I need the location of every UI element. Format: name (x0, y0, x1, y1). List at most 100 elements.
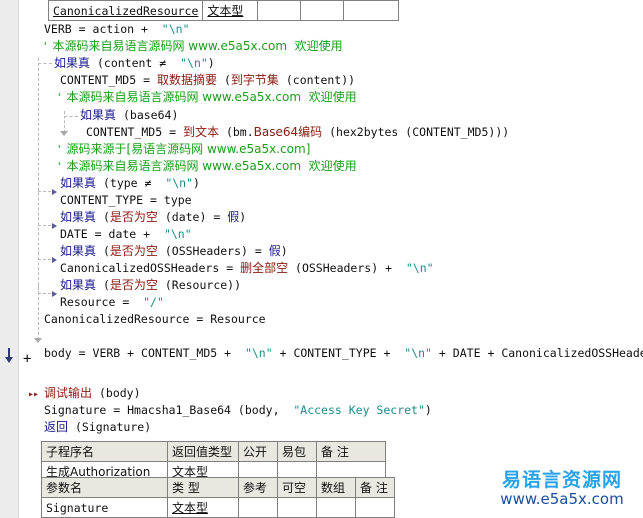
token-paren-open-9: ( (102, 210, 110, 224)
code-line-resource-assign[interactable]: Resource = "/" (60, 294, 164, 311)
token-paren-close-10: ) (239, 210, 247, 224)
token-canon-ossheaders-2: CanonicalizedOSSHeaders (501, 346, 643, 360)
token-signature-1: Signature (44, 403, 107, 417)
col-header-return-type[interactable]: 返回值类型 (167, 441, 239, 462)
token-content-2: content (292, 73, 342, 87)
parameter-table[interactable]: 参数名 类 型 参考 可空 数组 备 注 Signature 文本型 (41, 477, 395, 518)
col-header-subroutine-name[interactable]: 子程序名 (41, 441, 168, 462)
code-line-canon-resource-assign[interactable]: CanonicalizedResource = Resource (44, 311, 266, 328)
col-header-param-name[interactable]: 参数名 (41, 477, 168, 498)
cell-param-type[interactable]: 文本型 (167, 497, 239, 518)
code-line-if-content[interactable]: 如果真 (content ≠ "\n") (54, 55, 215, 72)
token-body-3: body (244, 403, 273, 417)
indent-elbow-l14 (38, 251, 51, 260)
token-content-md5-4: CONTENT_MD5 (141, 346, 218, 360)
token-paren-open-12: ( (164, 244, 172, 258)
code-line-if-type[interactable]: 如果真 (type ≠ "\n") (60, 175, 200, 192)
token-fn-trim-all: 删全部空 (240, 261, 289, 275)
code-line-comment-2[interactable]: ' 本源码来自易语言源码网 www.e5a5x.com 欢迎使用 (56, 89, 357, 106)
comment-tail-1: 欢迎使用 (294, 39, 343, 53)
col-header-param-nullable[interactable]: 可空 (277, 477, 317, 498)
cell-param-nullable[interactable] (277, 497, 317, 518)
token-ossheaders-2: OSSHeaders (301, 261, 372, 275)
token-plus-8: + (438, 346, 446, 360)
code-line-comment-4[interactable]: ' 本源码来自易语言源码网 www.e5a5x.com 欢迎使用 (56, 158, 357, 175)
comment-text-1: 本源码来自易语言源码网 (52, 39, 185, 53)
comment-url-4: www.e5a5x.com (202, 159, 302, 173)
token-keyword-if-1: 如果真 (54, 56, 91, 70)
code-line-if-ossheaders[interactable]: 如果真 (是否为空 (OSSHeaders) = 假) (60, 243, 288, 260)
token-fn-base64-encode: Base64编码 (253, 125, 323, 139)
token-eq-3: = (169, 125, 177, 139)
code-line-debug-output[interactable]: 调试输出 (body) (44, 385, 141, 402)
col-header-param-array[interactable]: 数组 (316, 477, 356, 498)
code-line-body-assign[interactable]: body = VERB + CONTENT_MD5 + "\n" + CONTE… (44, 345, 643, 362)
code-line-content-md5-b64[interactable]: CONTENT_MD5 = 到文本 (bm.Base64编码 (hex2byte… (86, 124, 509, 141)
token-ossheaders-1: OSSHeaders (171, 244, 242, 258)
token-keyword-if-2: 如果真 (80, 108, 117, 122)
subroutine-table[interactable]: 子程序名 返回值类型 公开 易包 备 注 生成Authorization 文本型 (41, 441, 386, 482)
cell-param-ref[interactable] (238, 497, 278, 518)
token-resource-3: Resource (210, 312, 266, 326)
col-header-remark-sub[interactable]: 备 注 (316, 441, 386, 462)
col-header-param-ref[interactable]: 参考 (238, 477, 278, 498)
comment-tail-3: ] (305, 142, 311, 156)
token-content-type-1: CONTENT_TYPE (60, 193, 144, 207)
indent-end-marker-level1 (34, 338, 42, 343)
token-action: action (92, 22, 135, 36)
comment-tail-2: 欢迎使用 (308, 90, 357, 104)
breakpoint-marker-icon[interactable]: ▸▸ (28, 390, 39, 400)
token-paren-open-18: ( (74, 420, 82, 434)
table-row-parameter[interactable]: Signature 文本型 (41, 497, 395, 518)
table-header-row-parameter[interactable]: 参数名 类 型 参考 可空 数组 备 注 (41, 477, 395, 498)
code-line-if-resource[interactable]: 如果真 (是否为空 (Resource)) (60, 277, 241, 294)
token-string-newline-3: "\n" (165, 176, 194, 190)
token-fn-isempty-2: 是否为空 (109, 244, 158, 258)
code-line-date-assign[interactable]: DATE = date + "\n" (60, 226, 192, 243)
col-header-param-remark[interactable]: 备 注 (355, 477, 395, 498)
token-eq-7: = (254, 244, 262, 258)
token-paren-open-8: ( (102, 176, 110, 190)
col-header-public[interactable]: 公开 (238, 441, 278, 462)
code-line-if-base64[interactable]: 如果真 (base64) (80, 107, 178, 124)
code-line-signature-assign[interactable]: Signature = Hmacsha1_Base64 (body, "Acce… (44, 402, 432, 419)
cell-param-name[interactable]: Signature (41, 497, 168, 518)
code-line-comment-3[interactable]: ' 源码来源于[易语言源码网 www.e5a5x.com] (56, 141, 310, 158)
token-string-newline-7: "\n" (404, 346, 432, 360)
cell-param-array[interactable] (316, 497, 356, 518)
token-paren-open-1: ( (96, 56, 104, 70)
table-header-row-subroutine[interactable]: 子程序名 返回值类型 公开 易包 备 注 (41, 441, 386, 462)
token-paren-close-7: ) (502, 125, 510, 139)
token-paren-close-8: ) (193, 176, 200, 190)
token-fn-debug-output: 调试输出 (44, 386, 93, 400)
col-header-param-type[interactable]: 类 型 (167, 477, 239, 498)
code-line-canon-ossheaders-assign[interactable]: CanonicalizedOSSHeaders = 删全部空 (OSSHeade… (60, 260, 434, 277)
code-line-content-md5-assign[interactable]: CONTENT_MD5 = 取数据摘要 (到字节集 (content)) (60, 72, 355, 89)
token-date-lower-2: date (108, 227, 137, 241)
token-bm-prefix: bm. (232, 125, 254, 139)
token-plus-3: + (385, 261, 393, 275)
token-paren-open-3: ( (285, 73, 293, 87)
token-base64: base64 (129, 108, 172, 122)
token-eq-6: = (94, 227, 102, 241)
code-line-verb[interactable]: VERB = action + "\n" (44, 21, 190, 38)
col-header-easy-package[interactable]: 易包 (277, 441, 317, 462)
fold-expand-icon[interactable]: + (23, 352, 31, 366)
code-line-if-date[interactable]: 如果真 (是否为空 (date) = 假) (60, 209, 246, 226)
token-paren-open-11: ( (102, 244, 110, 258)
cell-param-remark[interactable] (355, 497, 395, 518)
indent-arrow-l12 (52, 223, 57, 229)
token-paren-close-17: ) (424, 403, 432, 417)
token-string-newline-1: "\n" (161, 22, 190, 36)
code-line-comment-1[interactable]: ' 本源码来自易语言源码网 www.e5a5x.com 欢迎使用 (42, 38, 343, 55)
fold-down-arrow-icon[interactable] (5, 357, 13, 363)
token-fn-digest: 取数据摘要 (156, 73, 217, 87)
comment-tail-4: 欢迎使用 (308, 159, 357, 173)
code-line-return[interactable]: 返回 (Signature) (44, 419, 151, 436)
token-string-newline-4: "\n" (163, 227, 192, 241)
code-line-content-type-assign[interactable]: CONTENT_TYPE = type (60, 192, 192, 209)
site-watermark: 易语言资源网 www.e5a5x.com (487, 470, 637, 508)
watermark-site-name: 易语言资源网 (501, 469, 622, 491)
comment-quote-2: ' (56, 91, 63, 104)
token-string-slash: "/" (143, 295, 164, 309)
